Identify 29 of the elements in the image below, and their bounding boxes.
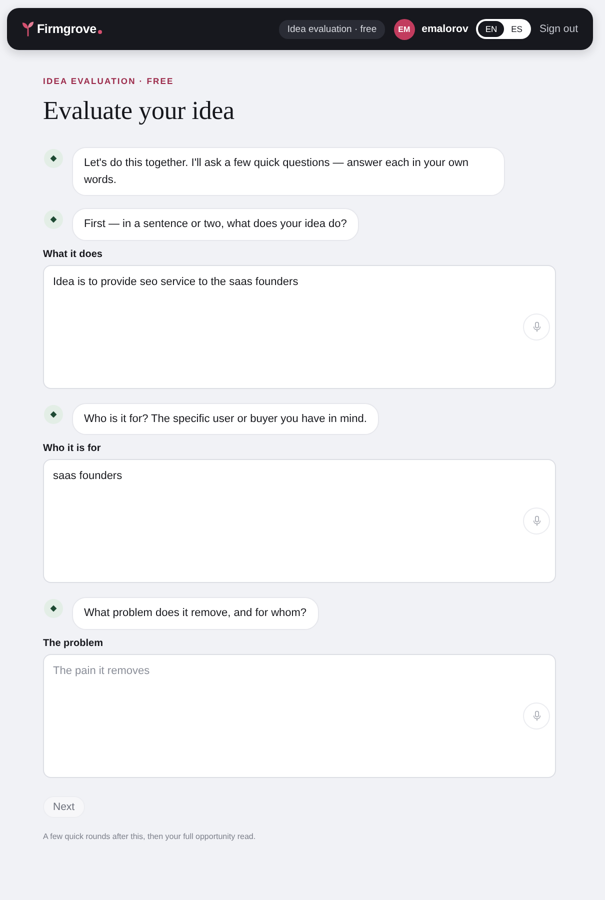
chat-message: Let's do this together. I'll ask a few quick questions — answer each in your own words. bbox=[72, 147, 505, 196]
chat-message: First — in a sentence or two, what does your idea do? bbox=[72, 208, 359, 240]
field-label: Who it is for bbox=[43, 443, 102, 455]
sign-out-link[interactable]: Sign out bbox=[539, 23, 578, 35]
username: emalorov bbox=[422, 23, 468, 35]
field-label: The problem bbox=[43, 638, 104, 650]
diamond-avatar-icon bbox=[44, 404, 63, 424]
diamond-avatar-icon bbox=[44, 149, 63, 168]
answer-field[interactable]: The pain it removes bbox=[43, 654, 556, 778]
field-label: What it does bbox=[43, 248, 104, 260]
answer-field[interactable]: saas founders bbox=[43, 459, 556, 583]
brand-name[interactable]: Firmgrove bbox=[37, 22, 96, 36]
answer-field[interactable]: Idea is to provide seo service to the saas founders bbox=[43, 264, 556, 388]
diamond-avatar-icon bbox=[44, 210, 63, 229]
chat-message: Who is it for? The specific user or buyer you have in mind. bbox=[72, 402, 379, 435]
diamond-avatar-icon bbox=[44, 599, 63, 618]
language-option[interactable]: EN bbox=[478, 21, 504, 37]
eyebrow-label: IDEA EVALUATION · FREE bbox=[43, 75, 175, 87]
microphone-icon bbox=[532, 516, 540, 526]
footer-note: A few quick rounds after this, then your full opportunity read. bbox=[43, 832, 257, 840]
microphone-icon bbox=[532, 710, 540, 721]
microphone-icon bbox=[532, 321, 540, 332]
plan-badge: Idea evaluation · free bbox=[279, 20, 385, 38]
chat-message: What problem does it remove, and for whom? bbox=[72, 597, 319, 630]
language-option[interactable]: ES bbox=[504, 21, 530, 37]
page-title: Evaluate your idea bbox=[43, 95, 236, 127]
dot-icon bbox=[98, 30, 102, 34]
user-avatar[interactable]: EM bbox=[394, 18, 415, 40]
sprout-logo-icon bbox=[22, 21, 34, 37]
